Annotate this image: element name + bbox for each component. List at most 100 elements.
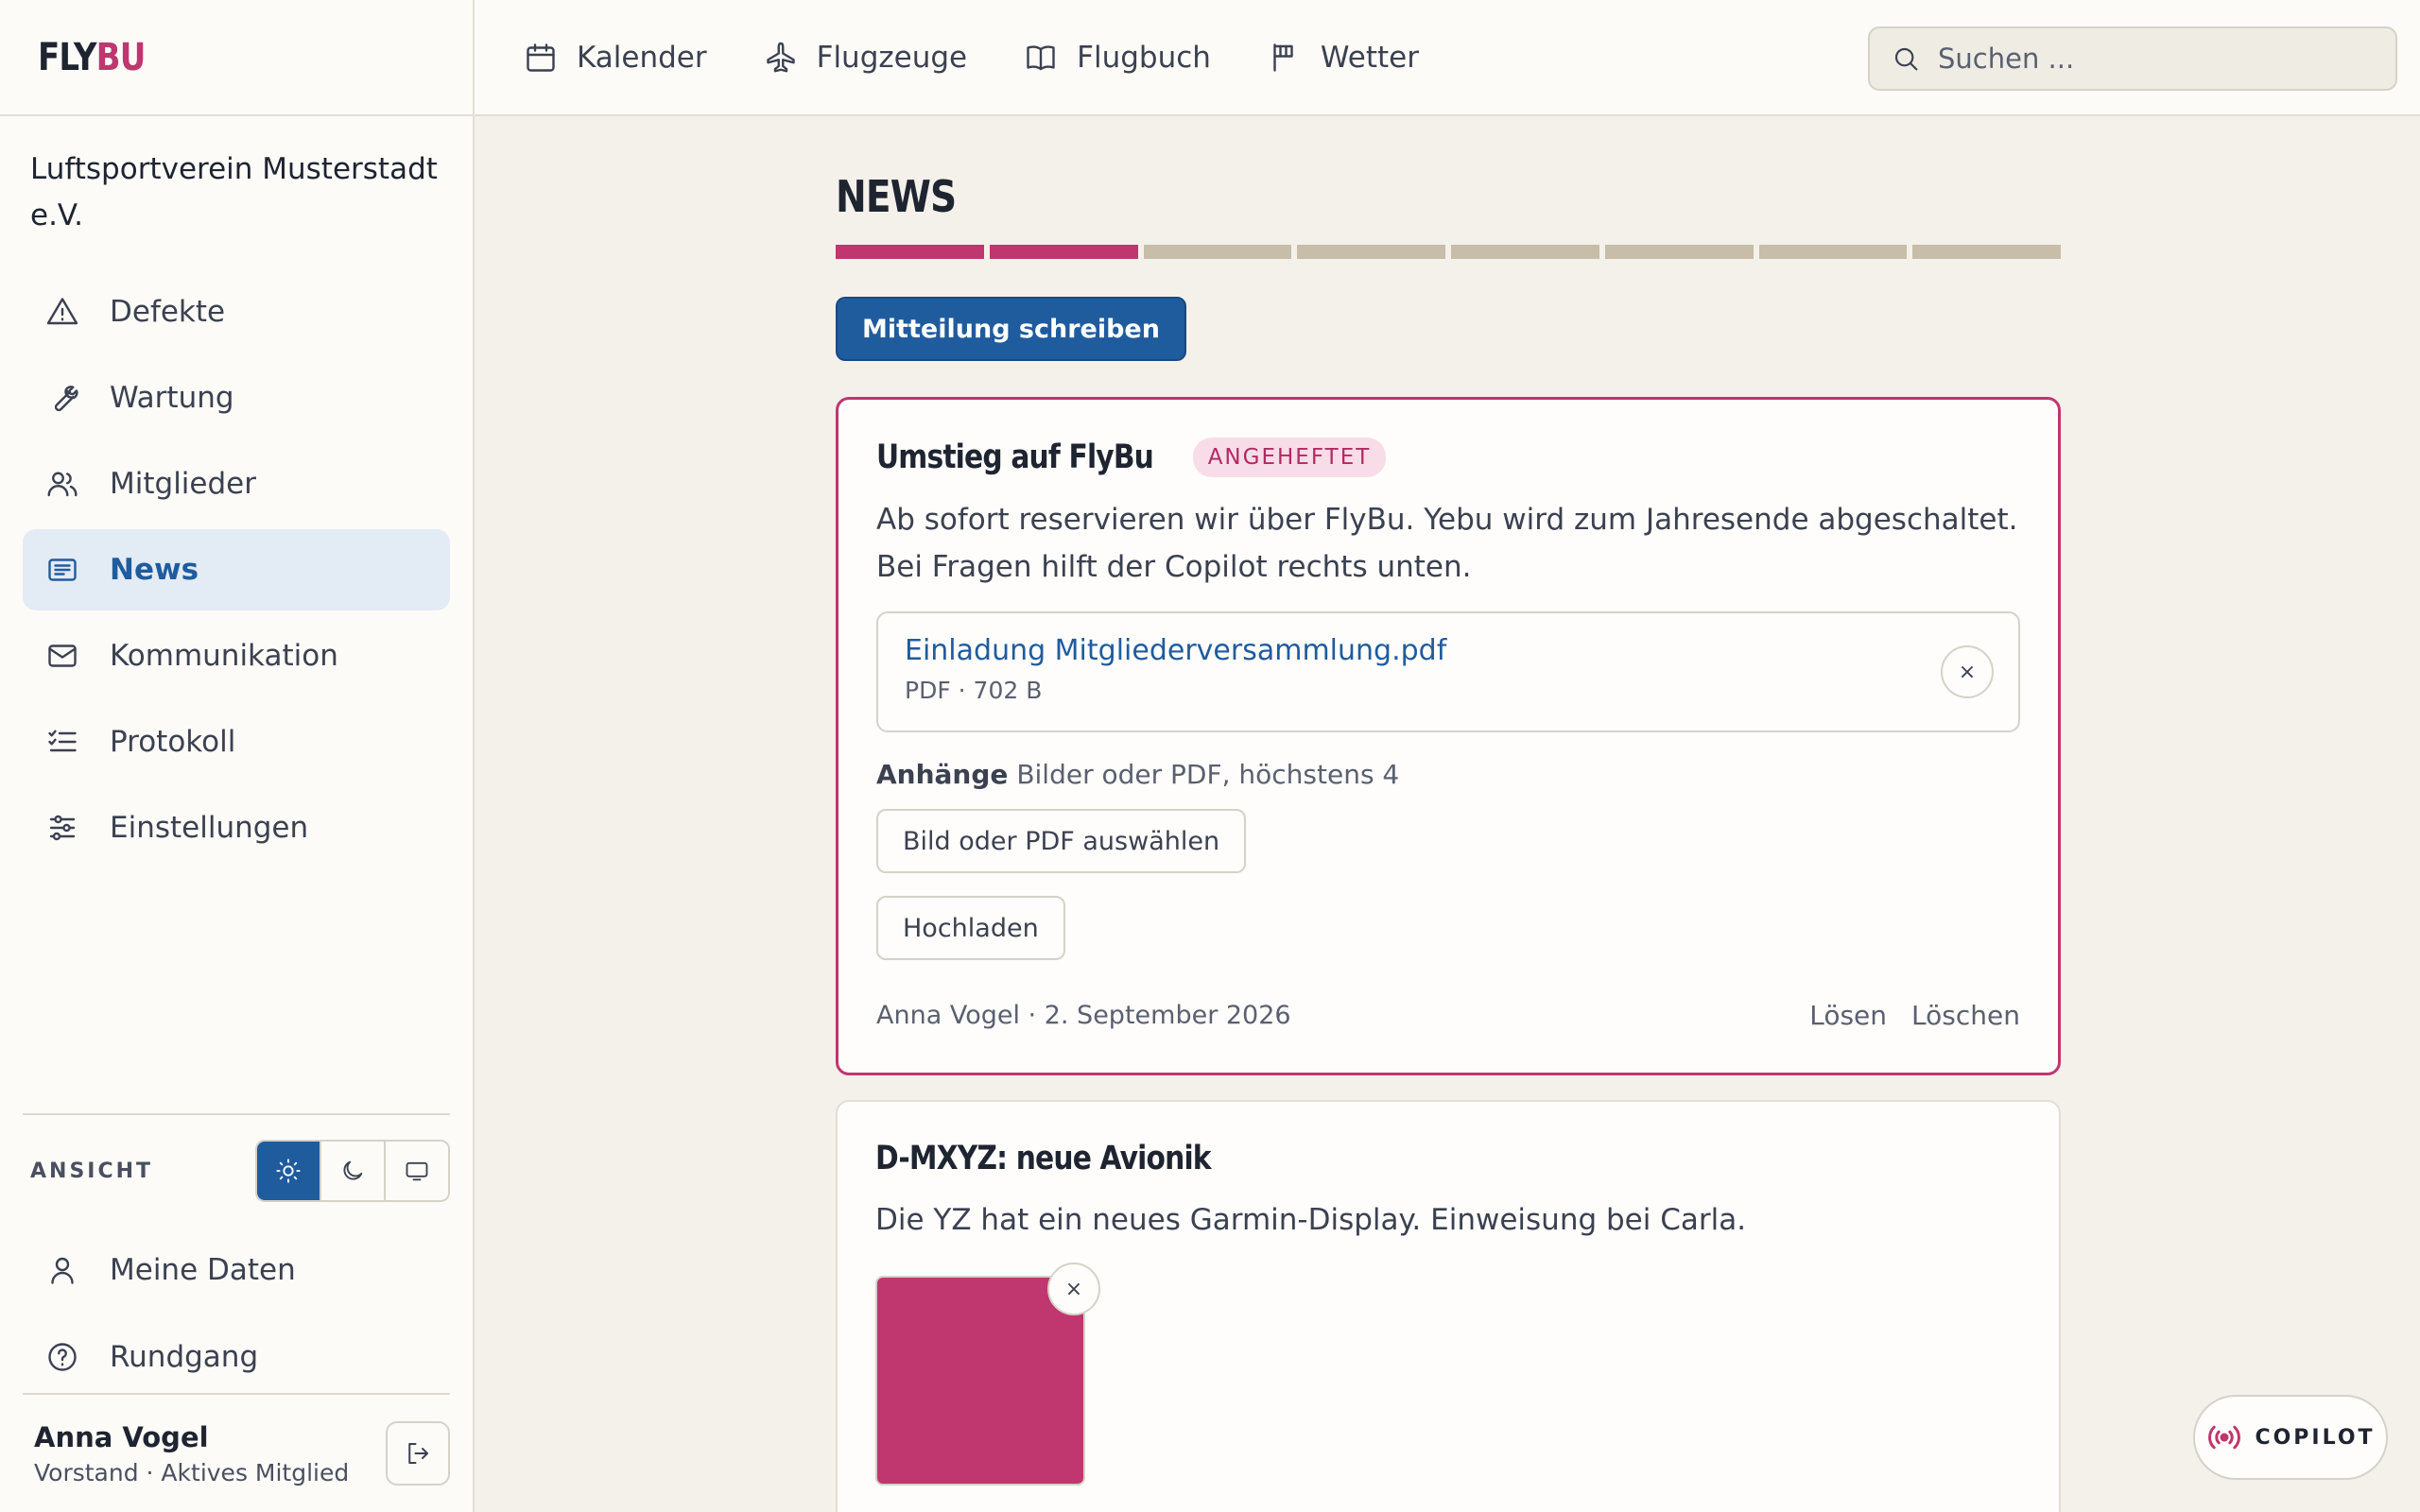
write-message-button[interactable]: Mitteilung schreiben xyxy=(836,297,1186,361)
unpin-button[interactable]: Lösen xyxy=(1809,1000,1887,1031)
remove-attachment-button[interactable]: × xyxy=(1941,645,1994,698)
logo[interactable]: FLYBU xyxy=(38,35,146,79)
page-title: NEWS xyxy=(836,171,957,222)
progress-segment xyxy=(1297,245,1445,259)
attachment-meta: PDF · 702 B xyxy=(905,677,1043,704)
card-body: Ab sofort reservieren wir über FlyBu. Ye… xyxy=(876,503,2018,584)
topbar: Kalender Flugzeuge Flugbuch Wetter xyxy=(475,0,2420,116)
wrench-icon xyxy=(45,381,79,415)
sidebar-item-label: Mitglieder xyxy=(110,467,256,501)
card-footer: Anna Vogel · 2. September 2026 Lösen Lös… xyxy=(876,1000,2020,1031)
topnav-wetter[interactable]: Wetter xyxy=(1268,41,1419,75)
card-title: D-MXYZ: neue Avionik xyxy=(875,1140,1212,1177)
attachments-title: Anhänge xyxy=(876,759,1009,790)
sliders-icon xyxy=(45,811,79,845)
copilot-label: COPILOT xyxy=(2255,1425,2376,1450)
plane-icon xyxy=(764,41,798,75)
topnav-flugbuch[interactable]: Flugbuch xyxy=(1024,41,1211,75)
delete-button[interactable]: Löschen xyxy=(1911,1000,2020,1031)
news-card: D-MXYZ: neue Avionik Die YZ hat ein neue… xyxy=(836,1100,2061,1512)
close-icon: × xyxy=(1064,1277,1083,1301)
progress-bar xyxy=(836,245,2061,259)
progress-segment xyxy=(1451,245,1599,259)
sidebar-item-label: Meine Daten xyxy=(110,1253,296,1287)
topnav-flugzeuge[interactable]: Flugzeuge xyxy=(764,41,967,75)
search-input[interactable] xyxy=(1938,43,2373,75)
warning-icon xyxy=(45,295,79,329)
sidebar-item-defekte[interactable]: Defekte xyxy=(23,271,450,352)
upload-button[interactable]: Hochladen xyxy=(876,896,1065,960)
book-icon xyxy=(1024,41,1058,75)
choose-file-button[interactable]: Bild oder PDF auswählen xyxy=(876,809,1247,873)
sidebar-item-meine-daten[interactable]: Meine Daten xyxy=(23,1227,450,1314)
user-box: Anna Vogel Vorstand · Aktives Mitglied xyxy=(23,1393,450,1512)
broadcast-icon xyxy=(2208,1425,2241,1450)
logo-area: FLYBU xyxy=(0,0,473,116)
sidebar-nav: Defekte Wartung Mitglieder News Kommunik… xyxy=(0,271,473,868)
main-content: NEWS Mitteilung schreiben Umstieg auf Fl… xyxy=(836,116,2061,1512)
theme-switch xyxy=(255,1140,450,1202)
sidebar-item-label: Rundgang xyxy=(110,1340,259,1374)
view-row: ANSICHT xyxy=(23,1115,450,1227)
remove-image-button[interactable]: × xyxy=(1047,1263,1100,1315)
sun-icon xyxy=(276,1159,301,1183)
theme-system-button[interactable] xyxy=(384,1142,448,1200)
topnav-kalender[interactable]: Kalender xyxy=(524,41,707,75)
sidebar-item-label: Defekte xyxy=(110,295,226,329)
logo-part-fly: FLY xyxy=(38,35,97,79)
user-role: Vorstand · Aktives Mitglied xyxy=(34,1458,350,1486)
sidebar-item-wartung[interactable]: Wartung xyxy=(23,357,450,438)
sidebar: FLYBU Luftsportverein Musterstadt e.V. D… xyxy=(0,0,475,1512)
logout-icon xyxy=(408,1443,428,1464)
progress-segment xyxy=(1143,245,1292,259)
help-icon xyxy=(45,1340,79,1374)
sidebar-bottom: ANSICHT Meine Daten Rundgang xyxy=(23,1113,450,1400)
card-title: Umstieg auf FlyBu xyxy=(876,438,1154,476)
sidebar-item-label: Wartung xyxy=(110,381,234,415)
logout-button[interactable] xyxy=(386,1421,450,1486)
topnav-label: Kalender xyxy=(577,40,707,75)
pinned-badge: ANGEHEFTET xyxy=(1192,438,1387,477)
news-card-pinned: Umstieg auf FlyBu ANGEHEFTET Ab sofort r… xyxy=(836,397,2061,1075)
sidebar-item-kommunikation[interactable]: Kommunikation xyxy=(23,615,450,696)
card-head: D-MXYZ: neue Avionik xyxy=(875,1140,2021,1177)
news-icon xyxy=(45,553,79,587)
sidebar-item-label: News xyxy=(110,553,199,587)
sidebar-item-einstellungen[interactable]: Einstellungen xyxy=(23,787,450,868)
user-info: Anna Vogel Vorstand · Aktives Mitglied xyxy=(34,1421,349,1486)
sidebar-item-label: Protokoll xyxy=(110,725,236,759)
attachments-label: Anhänge Bilder oder PDF, höchstens 4 xyxy=(876,759,2020,790)
sidebar-item-news[interactable]: News xyxy=(23,529,450,610)
attachment-item: Einladung Mitgliederversammlung.pdf PDF … xyxy=(876,611,2020,732)
list-icon xyxy=(45,725,79,759)
search-icon xyxy=(1891,43,1921,74)
moon-icon xyxy=(343,1160,363,1180)
view-label: ANSICHT xyxy=(30,1159,154,1183)
calendar-icon xyxy=(524,41,558,75)
image-thumbnail[interactable] xyxy=(875,1276,1085,1486)
sidebar-item-mitglieder[interactable]: Mitglieder xyxy=(23,443,450,524)
search-box xyxy=(1868,26,2397,91)
image-attachment: × xyxy=(875,1263,1100,1486)
topnav-label: Flugbuch xyxy=(1077,40,1211,75)
author-date: Anna Vogel · 2. September 2026 xyxy=(876,1001,1291,1030)
progress-segment xyxy=(1758,245,1908,259)
progress-segment xyxy=(989,245,1138,259)
card-body: Die YZ hat ein neues Garmin-Display. Ein… xyxy=(875,1203,1747,1237)
card-actions: Lösen Löschen xyxy=(1809,1000,2020,1031)
sidebar-item-protokoll[interactable]: Protokoll xyxy=(23,701,450,782)
theme-dark-button[interactable] xyxy=(320,1142,384,1200)
attachment-link[interactable]: Einladung Mitgliederversammlung.pdf xyxy=(905,634,1992,667)
copilot-button[interactable]: COPILOT xyxy=(2193,1395,2388,1480)
monitor-icon xyxy=(406,1161,428,1181)
user-icon xyxy=(45,1253,79,1287)
close-icon: × xyxy=(1958,660,1977,684)
sidebar-item-label: Kommunikation xyxy=(110,639,338,673)
topnav-label: Wetter xyxy=(1320,40,1419,75)
sidebar-item-rundgang[interactable]: Rundgang xyxy=(23,1314,450,1400)
card-head: Umstieg auf FlyBu ANGEHEFTET xyxy=(876,438,2020,477)
club-name: Luftsportverein Musterstadt e.V. xyxy=(30,152,438,232)
progress-segment xyxy=(1912,245,2061,259)
theme-light-button[interactable] xyxy=(257,1142,320,1200)
mail-icon xyxy=(45,639,79,673)
